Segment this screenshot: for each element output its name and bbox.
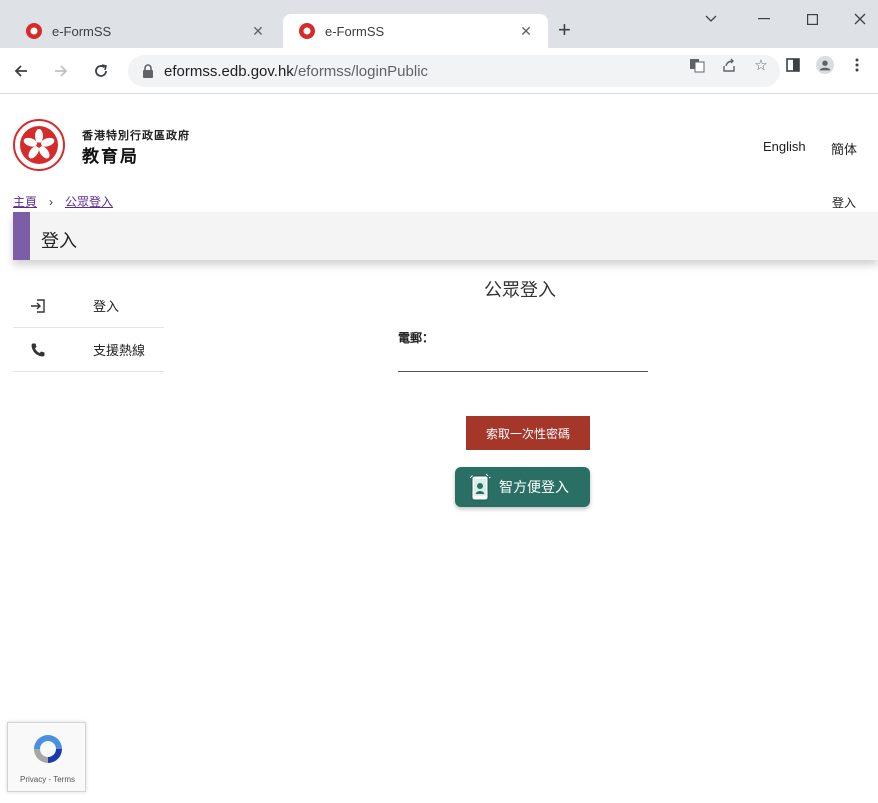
hksar-favicon-icon	[299, 23, 315, 39]
org-name-line2: 教育局	[82, 147, 139, 166]
title-accent-bar	[13, 212, 30, 260]
iam-smart-phone-icon	[469, 473, 491, 501]
close-tab-icon[interactable]: ✕	[246, 23, 270, 40]
translate-icon[interactable]	[688, 56, 706, 74]
url-path: /eformss/loginPublic	[293, 62, 429, 80]
sidebar-item-hotline[interactable]: 支援熱線	[13, 328, 164, 372]
sidebar-item-label: 登入	[93, 299, 120, 314]
login-icon	[31, 298, 45, 313]
recaptcha-badge[interactable]: Privacy - Terms	[7, 722, 86, 792]
iam-smart-login-button[interactable]: 智方便登入	[455, 467, 590, 507]
toolbar-icons: ☆	[688, 56, 866, 74]
site-header: 香港特別行政區政府 教育局 English 簡体	[0, 95, 878, 190]
browser-tab-1[interactable]: e-FormSS ✕	[10, 14, 280, 48]
share-icon[interactable]	[720, 56, 738, 74]
reload-icon[interactable]	[88, 58, 114, 84]
request-otp-button[interactable]: 索取一次性密碼	[466, 416, 590, 450]
sidebar-item-login[interactable]: 登入	[13, 284, 164, 328]
lock-icon	[143, 64, 153, 78]
sidebar: 登入 支援熱線	[13, 284, 164, 372]
browser-tabstrip: e-FormSS ✕ e-FormSS ✕ +	[0, 0, 878, 48]
menu-kebab-icon[interactable]	[848, 56, 866, 74]
page-title: 登入	[41, 231, 77, 251]
browser-tab-title: e-FormSS	[325, 23, 385, 39]
minimize-icon[interactable]	[744, 6, 784, 32]
lang-simplified-link[interactable]: 簡体	[831, 139, 857, 158]
browser-tab-2[interactable]: e-FormSS ✕	[283, 14, 548, 48]
breadcrumb: 主頁 › 公眾登入	[13, 193, 113, 210]
tab-search-icon[interactable]	[691, 6, 731, 32]
email-label: 電郵：	[398, 331, 435, 345]
recaptcha-links[interactable]: Privacy - Terms	[8, 775, 87, 784]
sidebar-item-label: 支援熱線	[93, 343, 146, 358]
forward-icon[interactable]	[48, 58, 74, 84]
lang-english-link[interactable]: English	[763, 139, 806, 154]
new-tab-icon[interactable]: +	[558, 18, 571, 42]
bookmark-star-icon[interactable]: ☆	[752, 56, 770, 74]
breadcrumb-separator: ›	[49, 194, 54, 209]
url-host: eformss.edb.gov.hk	[164, 62, 294, 80]
email-field[interactable]	[398, 350, 648, 372]
phone-icon	[31, 343, 45, 356]
hksar-emblem-icon[interactable]	[13, 119, 65, 171]
profile-icon[interactable]	[816, 56, 834, 74]
hksar-favicon-icon	[26, 23, 42, 39]
close-tab-icon[interactable]: ✕	[514, 23, 538, 40]
page-title-bar: 登入	[13, 212, 878, 260]
browser-tab-title: e-FormSS	[52, 23, 112, 39]
breadcrumb-home-link[interactable]: 主頁	[13, 193, 37, 210]
close-window-icon[interactable]	[840, 6, 878, 32]
iam-smart-login-label: 智方便登入	[499, 479, 569, 495]
breadcrumb-current-link[interactable]: 公眾登入	[65, 193, 113, 210]
recaptcha-icon	[34, 735, 62, 763]
url-text: eformss.edb.gov.hk/eformss/loginPublic	[164, 63, 428, 80]
org-name-line1: 香港特別行政區政府	[82, 130, 190, 142]
side-panel-icon[interactable]	[784, 56, 802, 74]
address-bar[interactable]: eformss.edb.gov.hk/eformss/loginPublic	[128, 55, 780, 87]
back-icon[interactable]	[8, 58, 34, 84]
header-login-link[interactable]: 登入	[832, 194, 856, 211]
form-title: 公眾登入	[484, 280, 556, 300]
browser-toolbar: eformss.edb.gov.hk/eformss/loginPublic ☆	[0, 48, 878, 94]
maximize-icon[interactable]	[792, 6, 832, 32]
